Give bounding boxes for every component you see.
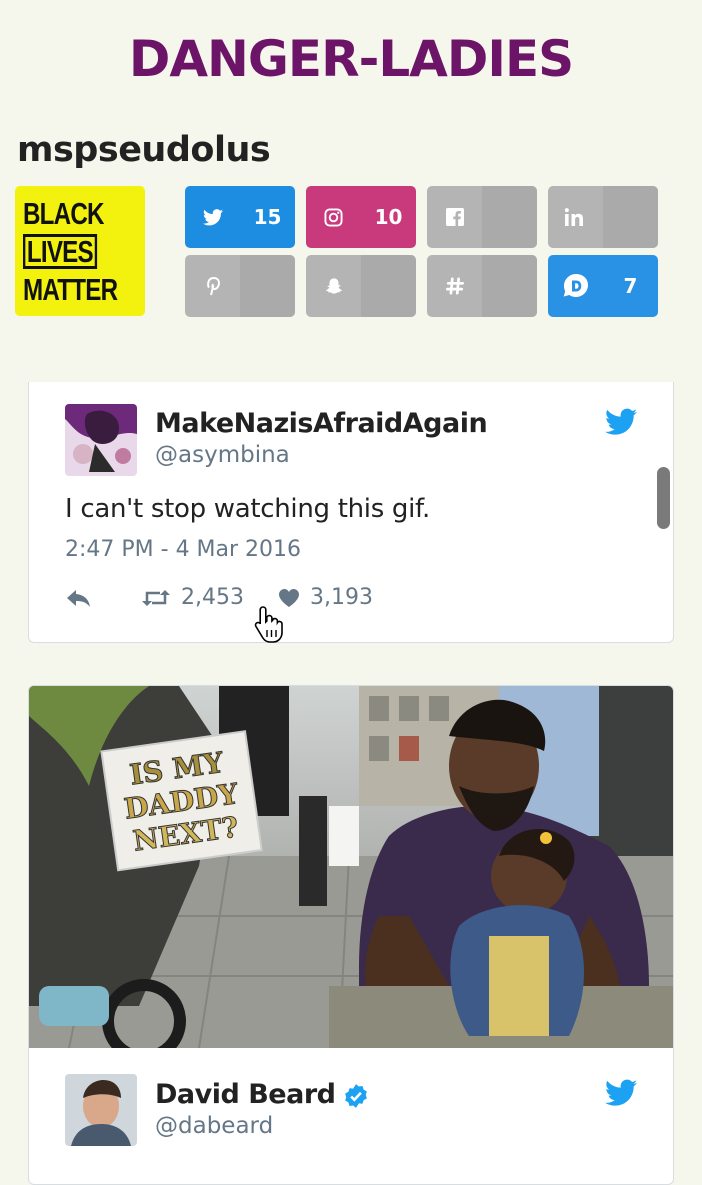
- tweet-author-handle[interactable]: @asymbina: [155, 442, 290, 468]
- profile-username: mspseudolus: [17, 130, 271, 170]
- social-twitter-count: 15: [253, 205, 282, 229]
- reply-button[interactable]: [65, 588, 103, 608]
- social-pinterest-count: [240, 255, 295, 317]
- retweet-count: 2,453: [181, 585, 244, 610]
- tweet-actions: 2,453 3,193: [65, 585, 373, 610]
- snapchat-icon: [306, 255, 361, 317]
- instagram-icon: [306, 186, 361, 248]
- tweet-author-avatar[interactable]: [65, 404, 137, 476]
- hashtag-icon: [427, 255, 482, 317]
- like-count: 3,193: [309, 585, 373, 610]
- profile-avatar: BLACK LIVES MATTER: [15, 186, 145, 316]
- social-facebook-count: [482, 186, 537, 248]
- tweet-author-name-text: David Beard: [155, 1079, 336, 1110]
- scrollbar-thumb[interactable]: [657, 467, 670, 529]
- avatar-text-black: BLACK: [23, 195, 105, 231]
- embedded-tweet[interactable]: MakeNazisAfraidAgain @asymbina I can't s…: [28, 382, 674, 643]
- embedded-tweet-with-photo[interactable]: IS MY DADDY NEXT? David Beard @dabeard: [28, 685, 674, 1185]
- disqus-icon: [548, 255, 603, 317]
- avatar-text-lives: LIVES: [23, 233, 97, 269]
- social-slack-button[interactable]: [427, 255, 537, 317]
- social-snapchat-count: [361, 255, 416, 317]
- retweet-button[interactable]: 2,453: [141, 585, 244, 610]
- tweet-date[interactable]: 2:47 PM - 4 Mar 2016: [65, 537, 301, 562]
- social-disqus-count: 7: [623, 274, 638, 298]
- social-linkedin-button[interactable]: [548, 186, 658, 248]
- social-slack-count: [482, 255, 537, 317]
- retweet-icon: [142, 589, 170, 606]
- tweet-author-name[interactable]: David Beard: [155, 1079, 369, 1110]
- social-links: 15 10 7: [185, 186, 658, 317]
- social-disqus-button[interactable]: 7: [548, 255, 658, 317]
- social-instagram-button[interactable]: 10: [306, 186, 416, 248]
- twitter-bird-icon[interactable]: [605, 1079, 637, 1107]
- tweet-author-avatar[interactable]: [65, 1074, 137, 1146]
- avatar-text-matter: MATTER: [23, 271, 118, 307]
- tweet-text: I can't stop watching this gif.: [65, 494, 430, 524]
- social-linkedin-count: [603, 186, 658, 248]
- hand-pointer-cursor-icon: [254, 606, 283, 643]
- verified-badge-icon: [345, 1083, 368, 1108]
- social-facebook-button[interactable]: [427, 186, 537, 248]
- social-twitter-button[interactable]: 15: [185, 186, 295, 248]
- pinterest-icon: [185, 255, 240, 317]
- tweet-author-name[interactable]: MakeNazisAfraidAgain: [155, 408, 488, 439]
- facebook-icon: [427, 186, 482, 248]
- reply-icon: [67, 589, 90, 607]
- site-title[interactable]: DANGER-LADIES: [0, 30, 702, 88]
- tweet-photo[interactable]: IS MY DADDY NEXT?: [29, 686, 673, 1048]
- twitter-icon: [185, 186, 240, 248]
- tweet-author-handle[interactable]: @dabeard: [155, 1113, 273, 1139]
- social-snapchat-button[interactable]: [306, 255, 416, 317]
- social-instagram-count: 10: [374, 205, 403, 229]
- like-button[interactable]: 3,193: [278, 585, 373, 610]
- twitter-bird-icon[interactable]: [605, 408, 637, 436]
- linkedin-icon: [548, 186, 603, 248]
- social-pinterest-button[interactable]: [185, 255, 295, 317]
